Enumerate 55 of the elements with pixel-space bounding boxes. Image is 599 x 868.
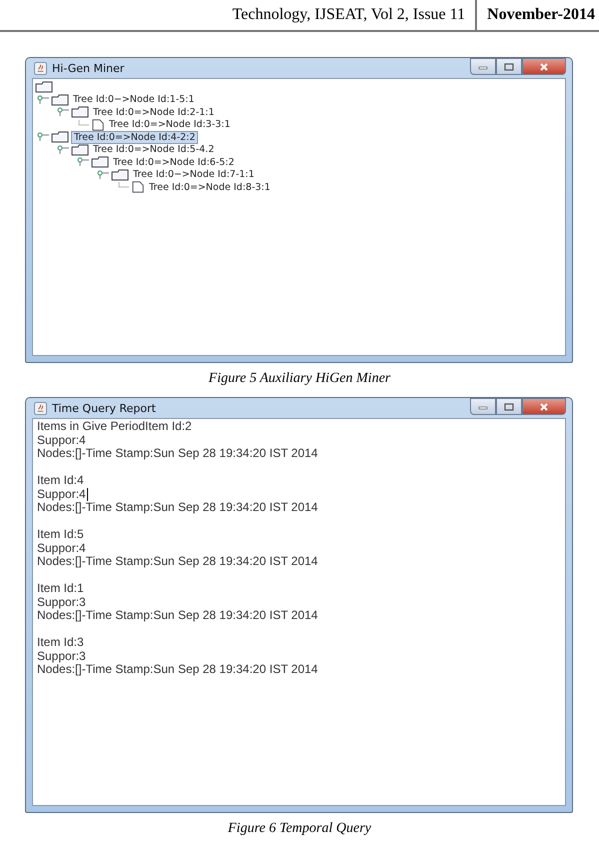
tree-node-label[interactable]: Tree Id:0=>Node Id:3-3:1 [107, 119, 232, 130]
report-line: Item Id:5 [37, 528, 85, 542]
minimize-icon [478, 404, 488, 410]
tree-node-label[interactable]: Tree Id:0=>Node Id:8-3:1 [147, 182, 272, 193]
report-line: Nodes:[]-Time Stamp:Sun Sep 28 19:34:20 IST 2014 [37, 609, 319, 622]
expand-toggle-icon[interactable] [57, 144, 69, 155]
report-line: Nodes:[]-Time Stamp:Sun Sep 28 19:34:20 IST 2014 [37, 501, 319, 514]
figure-caption: Figure 6 Temporal Query [226, 820, 372, 838]
minimize-icon [478, 64, 488, 70]
report-line: Nodes:[]-Time Stamp:Sun Sep 28 19:34:20 IST 2014 [37, 663, 319, 676]
folder-icon [111, 168, 129, 181]
report-line: Suppor:4 [37, 488, 88, 501]
close-icon [539, 402, 549, 410]
report-line: Suppor:3 [37, 650, 87, 663]
maximize-button[interactable] [496, 398, 522, 415]
maximize-button[interactable] [496, 58, 522, 75]
report-line: Item Id:3 [37, 636, 85, 650]
report-line: Nodes:[]-Time Stamp:Sun Sep 28 19:34:20 IST 2014 [37, 447, 319, 460]
app-icon [34, 62, 47, 74]
close-button[interactable] [522, 398, 566, 415]
tree-node-label[interactable]: Tree Id:0=>Node Id:2-1:1 [91, 106, 216, 118]
maximize-icon [504, 62, 514, 70]
maximize-icon [504, 402, 514, 410]
expand-toggle-icon[interactable] [37, 94, 49, 105]
app-icon [34, 402, 47, 414]
close-button[interactable] [522, 58, 566, 75]
expand-toggle-icon[interactable] [77, 157, 89, 168]
folder-icon [51, 94, 69, 106]
report-line: Item Id:1 [37, 582, 85, 596]
expand-toggle-icon[interactable] [97, 170, 109, 180]
report-line: Suppor:3 [37, 596, 87, 609]
folder-icon [71, 106, 89, 118]
tree-node-label[interactable]: Tree Id:0=>Node Id:6-5:2 [111, 156, 236, 168]
report-line: Suppor:4 [37, 542, 87, 555]
tree-node-label[interactable]: Tree Id:0=>Node Id:5-4.2 [91, 144, 216, 156]
report-line: Items in Give PeriodItem Id:2 [37, 420, 193, 434]
minimize-button[interactable] [470, 58, 496, 75]
folder-icon [51, 131, 69, 144]
document-icon [131, 181, 145, 194]
close-icon [539, 62, 549, 70]
report-line: Nodes:[]-Time Stamp:Sun Sep 28 19:34:20 IST 2014 [37, 555, 319, 568]
window-title: Hi-Gen Miner [52, 62, 124, 74]
report-line: Item Id:4 [37, 474, 85, 488]
minimize-button[interactable] [470, 398, 496, 415]
issue-date: November-2014 [486, 5, 596, 25]
expand-toggle-icon[interactable] [57, 107, 69, 118]
report-line: Suppor:4 [37, 434, 87, 447]
tree-node-label[interactable]: Tree Id:0−>Node Id:7-1:1 [131, 169, 256, 180]
expand-toggle-icon[interactable] [37, 132, 49, 142]
tree-node-label[interactable]: Tree Id:0−>Node Id:1-5:1 [71, 94, 196, 106]
figure-caption: Figure 5 Auxiliary HiGen Miner [208, 370, 392, 388]
tree-node-label[interactable]: Tree Id:0=>Node Id:4-2:2 [71, 130, 198, 144]
journal-title: Technology, IJSEAT, Vol 2, Issue 11 [232, 0, 478, 30]
folder-icon [91, 156, 109, 168]
window-title: Time Query Report [52, 402, 156, 414]
